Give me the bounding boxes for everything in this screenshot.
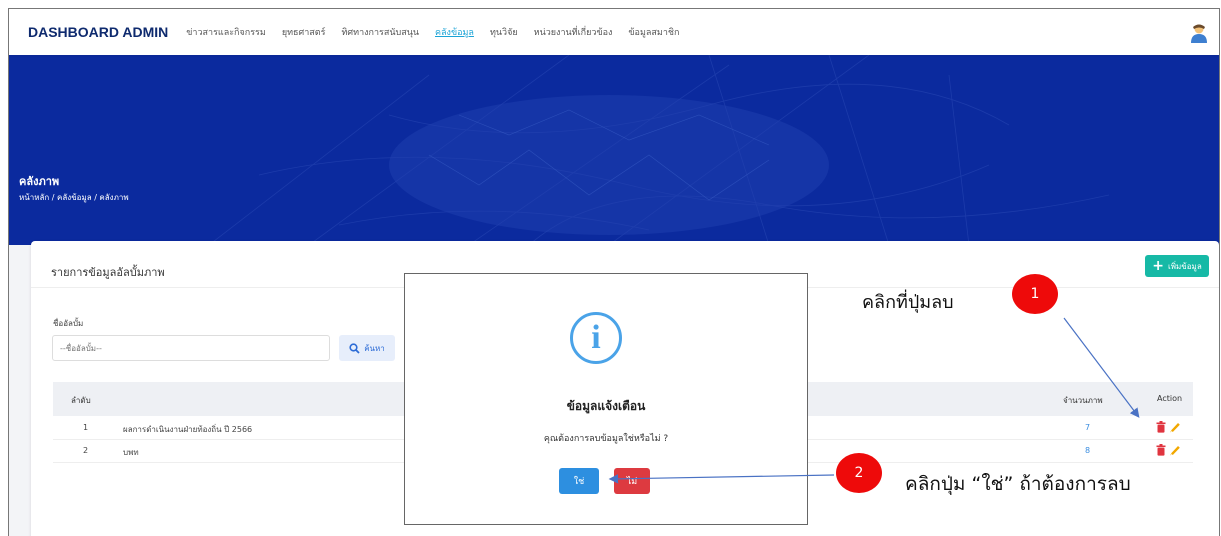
column-header-index: ลำดับ [71,396,91,405]
search-icon [349,342,360,354]
confirm-delete-dialog: i ข้อมูลแจ้งเตือน คุณต้องการลบข้อมูลใช่ห… [404,273,808,525]
nav-item-research-fund[interactable]: ทุนวิจัย [490,25,518,39]
annotation-step1-text: คลิกที่ปุ่มลบ [862,292,954,313]
nav-item-news[interactable]: ข่าวสารและกิจกรรม [186,25,266,39]
trash-icon[interactable] [1156,444,1166,456]
add-data-button[interactable]: + เพิ่มข้อมูล [1145,255,1209,277]
page-title: คลังภาพ [19,175,60,188]
search-button[interactable]: ค้นหา [339,335,395,361]
annotation-step2-text: คลิกปุ่ม “ใช่” ถ้าต้องการลบ [905,473,1131,495]
nav-item-related-agencies[interactable]: หน่วยงานที่เกี่ยวข้อง [534,25,613,39]
nav-item-support-direction[interactable]: ทิศทางการสนับสนุน [341,25,419,39]
top-navbar: DASHBOARD ADMIN ข่าวสารและกิจกรรม ยุทธศา… [9,9,1219,55]
nav-item-strategy[interactable]: ยุทธศาสตร์ [282,25,326,39]
card-title: รายการข้อมูลอัลบั้มภาพ [51,266,165,279]
confirm-yes-button[interactable]: ใช่ [559,468,599,494]
row-album-name: ผลการดำเนินงานฝ่ายท้องถิ่น ปี 2566 [123,425,253,434]
annotation-step1-badge: 1 [1012,274,1058,314]
brand-logo[interactable]: DASHBOARD ADMIN [28,24,168,40]
pencil-icon[interactable] [1169,420,1181,433]
row-image-count[interactable]: 8 [1085,446,1090,455]
nav-item-members[interactable]: ข้อมูลสมาชิก [628,25,679,39]
banner-map-pattern [208,55,1110,245]
info-icon: i [570,312,622,364]
plus-icon: + [1152,258,1164,274]
column-header-image-count: จำนวนภาพ [1063,396,1103,405]
dialog-message: คุณต้องการลบข้อมูลใช่หรือไม่ ? [543,434,669,444]
row-index: 2 [83,446,89,455]
column-header-action: Action [1157,394,1183,403]
confirm-no-button[interactable]: ไม่ [614,468,650,494]
dialog-title: ข้อมูลแจ้งเตือน [566,399,646,413]
row-index: 1 [83,423,89,432]
add-data-label: เพิ่มข้อมูล [1168,261,1202,271]
album-name-input[interactable] [52,335,330,361]
trash-icon[interactable] [1156,421,1166,433]
breadcrumb[interactable]: หน้าหลัก / คลังข้อมูล / คลังภาพ [19,191,129,204]
pencil-icon[interactable] [1169,443,1181,456]
row-image-count[interactable]: 7 [1085,423,1090,432]
search-button-label: ค้นหา [364,343,385,353]
album-name-label: ชื่ออัลบั้ม [53,319,84,328]
page-header-banner: คลังภาพ หน้าหลัก / คลังข้อมูล / คลังภาพ [9,55,1219,245]
nav-item-data-repository[interactable]: คลังข้อมูล [435,25,474,39]
annotation-step2-badge: 2 [836,453,882,493]
user-avatar-icon[interactable] [1189,23,1209,43]
row-album-name: บพท [123,448,139,457]
